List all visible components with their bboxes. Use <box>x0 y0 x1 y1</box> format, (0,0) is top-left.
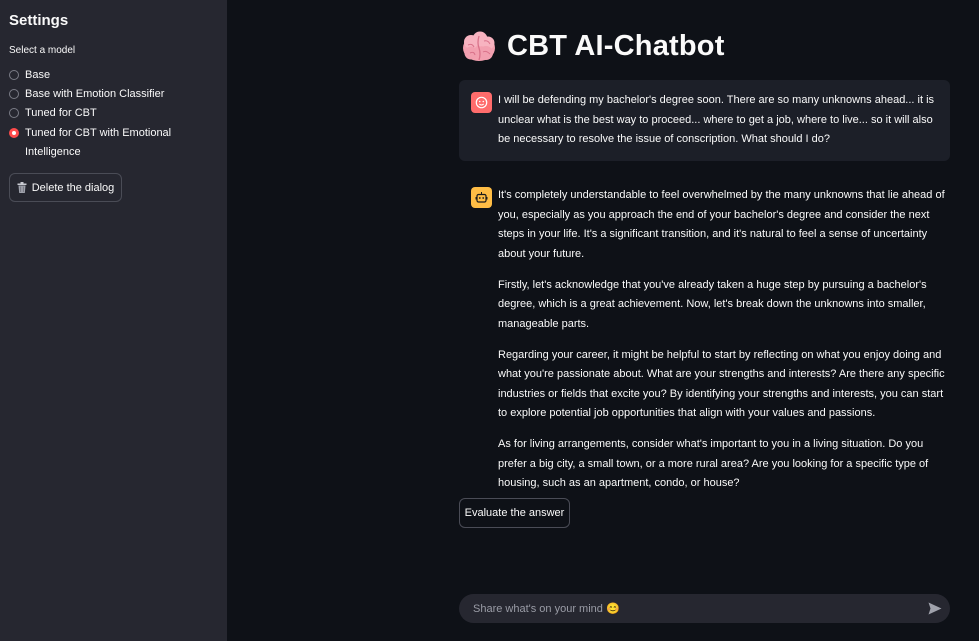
radio-button[interactable] <box>9 89 19 99</box>
radio-button[interactable] <box>9 108 19 118</box>
page-header: CBT AI-Chatbot <box>462 30 725 63</box>
brain-icon <box>463 31 495 61</box>
model-option-tuned-cbt[interactable]: Tuned for CBT <box>9 107 185 123</box>
model-select-label: Select a model <box>9 45 76 56</box>
assistant-paragraph: Firstly, let's acknowledge that you've a… <box>498 278 927 330</box>
trash-icon <box>17 182 27 193</box>
assistant-message: It's completely understandable to feel o… <box>498 186 953 505</box>
chat-input[interactable] <box>471 601 915 616</box>
model-option-emotion-classifier[interactable]: Base with Emotion Classifier <box>9 88 185 104</box>
user-message: I will be defending my bachelor's degree… <box>459 80 950 161</box>
chat-input-bar <box>459 594 950 623</box>
delete-dialog-label: Delete the dialog <box>31 181 115 194</box>
radio-button-selected[interactable] <box>9 128 19 138</box>
assistant-paragraph: Regarding your career, it might be helpf… <box>498 348 945 420</box>
model-option-base[interactable]: Base <box>9 69 185 85</box>
assistant-paragraph: It's completely understandable to feel o… <box>498 189 945 260</box>
model-option-tuned-cbt-ei[interactable]: Tuned for CBT with Emotional Intelligenc… <box>9 127 185 162</box>
evaluate-answer-button[interactable]: Evaluate the answer <box>459 498 570 528</box>
assistant-avatar-icon <box>471 187 492 208</box>
send-icon[interactable] <box>928 602 942 615</box>
assistant-paragraph: As for living arrangements, consider wha… <box>498 438 929 489</box>
delete-dialog-button[interactable]: Delete the dialog <box>9 173 122 202</box>
user-message-text: I will be defending my bachelor's degree… <box>498 94 935 145</box>
model-option-label: Tuned for CBT <box>25 107 97 119</box>
page-title: CBT AI-Chatbot <box>507 30 725 62</box>
model-option-label: Tuned for CBT with Emotional Intelligenc… <box>25 127 172 158</box>
sidebar: Settings Select a model Base Base with E… <box>0 0 227 641</box>
radio-button[interactable] <box>9 70 19 80</box>
sidebar-title: Settings <box>9 12 69 29</box>
model-option-label: Base with Emotion Classifier <box>25 88 165 100</box>
user-avatar-icon <box>471 92 492 113</box>
model-option-label: Base <box>25 69 51 81</box>
